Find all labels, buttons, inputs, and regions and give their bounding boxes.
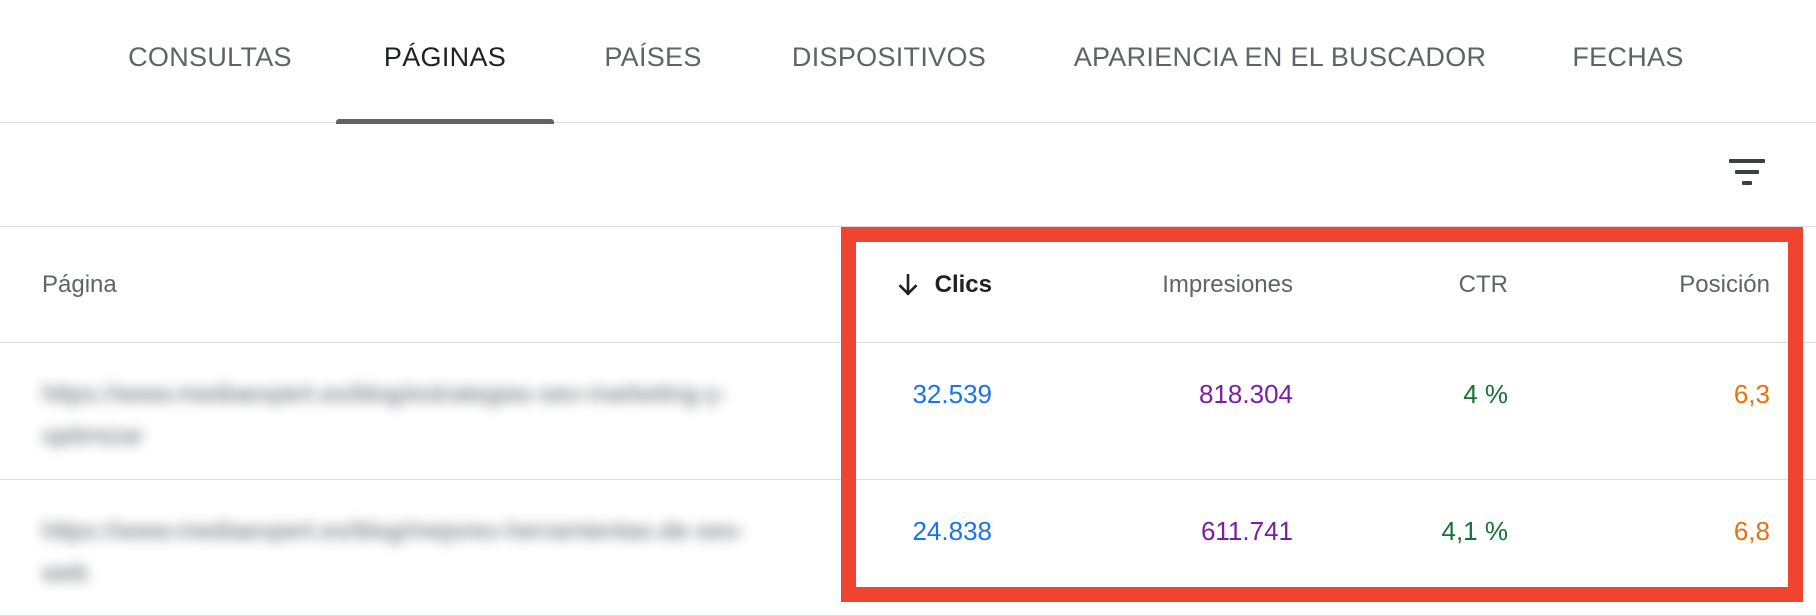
report-tabs: CONSULTAS PÁGINAS PAÍSES DISPOSITIVOS AP… — [0, 0, 1816, 124]
arrow-down-icon — [898, 273, 918, 296]
tab-label: PAÍSES — [604, 41, 702, 72]
impressions-value: 611.741 — [1200, 516, 1293, 546]
tab-consultas[interactable]: CONSULTAS — [110, 0, 310, 122]
position-value: 6,3 — [1733, 379, 1770, 409]
page-url[interactable]: https://www.mediaexpert.es/blog/mejores-… — [42, 510, 762, 594]
tab-paises[interactable]: PAÍSES — [590, 0, 716, 122]
table-header-row: Página Clics Impresiones CTR Posición — [0, 227, 1816, 343]
ctr-value: 4,1 % — [1441, 516, 1509, 546]
tab-label: CONSULTAS — [128, 41, 292, 72]
tab-label: FECHAS — [1572, 41, 1684, 72]
table-row[interactable]: https://www.mediaexpert.es/blog/mejores-… — [0, 480, 1816, 616]
column-header-position[interactable]: Posición — [1679, 227, 1770, 343]
tab-dispositivos[interactable]: DISPOSITIVOS — [784, 0, 994, 122]
impressions-value: 818.304 — [1199, 379, 1293, 409]
position-value: 6,8 — [1733, 516, 1770, 546]
table-row[interactable]: https://www.mediaexpert.es/blog/estrateg… — [0, 343, 1816, 480]
tab-paginas[interactable]: PÁGINAS — [336, 0, 554, 124]
page-url[interactable]: https://www.mediaexpert.es/blog/estrateg… — [42, 373, 762, 457]
table-toolbar — [0, 123, 1816, 227]
column-header-clicks-label: Clics — [934, 271, 992, 298]
clicks-value: 32.539 — [912, 379, 992, 409]
filter-list-icon[interactable] — [1724, 153, 1770, 193]
column-header-page[interactable]: Página — [42, 227, 117, 343]
tab-fechas[interactable]: FECHAS — [1560, 0, 1696, 122]
tab-apariencia-en-el-buscador[interactable]: APARIENCIA EN EL BUSCADOR — [1070, 0, 1490, 122]
tab-label: DISPOSITIVOS — [791, 41, 987, 72]
tab-label: APARIENCIA EN EL BUSCADOR — [1073, 41, 1487, 72]
clicks-value: 24.838 — [912, 516, 992, 546]
column-header-clicks[interactable]: Clics — [895, 227, 992, 343]
column-header-impressions[interactable]: Impresiones — [1162, 227, 1293, 343]
column-header-ctr[interactable]: CTR — [1459, 227, 1508, 343]
ctr-value: 4 % — [1463, 379, 1508, 409]
tab-label: PÁGINAS — [383, 41, 507, 72]
